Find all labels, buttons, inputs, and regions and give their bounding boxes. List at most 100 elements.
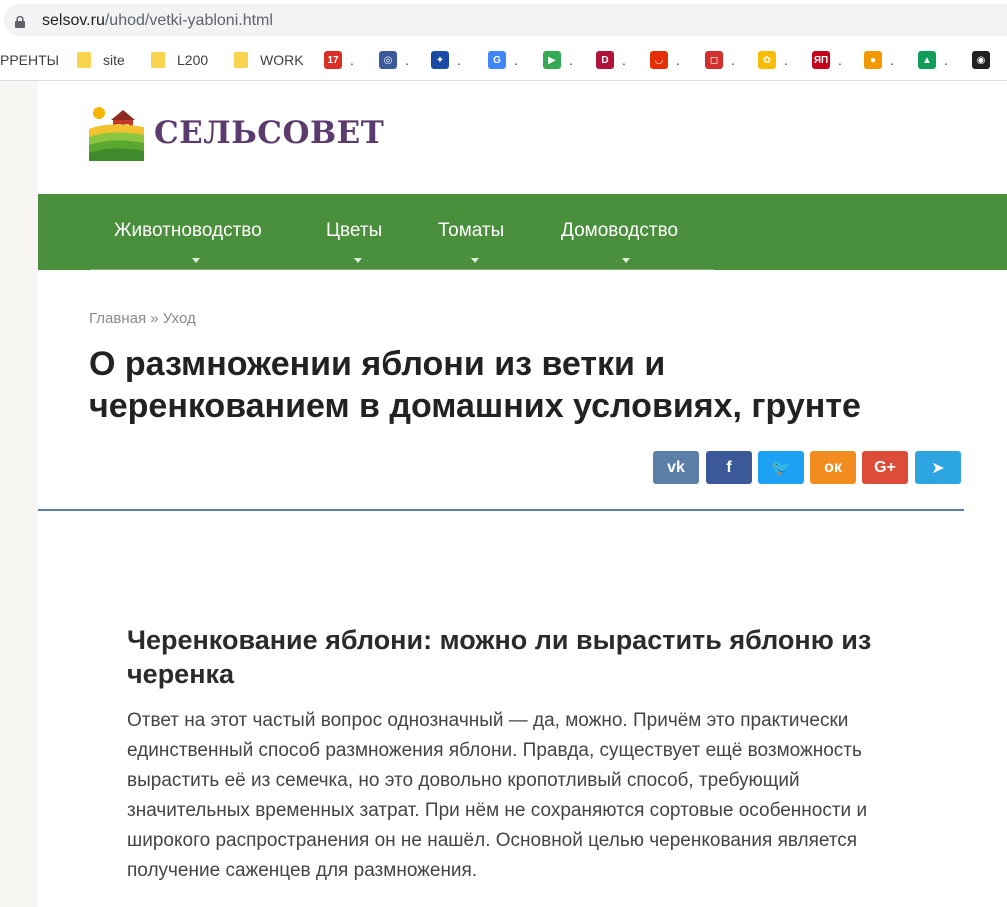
- url-text[interactable]: selsov.ru/uhod/vetki-yabloni.html: [42, 12, 273, 30]
- bookmark-folder-work[interactable]: WORK: [234, 50, 304, 70]
- twitter-icon: 🐦: [771, 459, 791, 477]
- bookmark-label: .: [944, 52, 948, 68]
- paragraph-line: единственный способ размножения яблони. …: [127, 740, 862, 761]
- breadcrumb-category-link[interactable]: Уход: [163, 310, 196, 327]
- url-domain: selsov.ru: [42, 12, 105, 29]
- bookmark-label: .: [457, 52, 461, 68]
- bookmark-label: .: [838, 52, 842, 68]
- shop-bag-icon: ◡: [650, 51, 668, 69]
- bookmark-label: .: [676, 52, 680, 68]
- url-box[interactable]: selsov.ru/uhod/vetki-yabloni.html: [4, 4, 1007, 36]
- breadcrumb-home-link[interactable]: Главная: [89, 310, 146, 327]
- vk-share-button[interactable]: vk: [653, 451, 699, 484]
- translate-icon: G: [488, 51, 506, 69]
- chevron-down-icon[interactable]: [354, 258, 362, 263]
- bookmark-label: L200: [177, 52, 209, 68]
- eagle-icon: ✦: [431, 51, 449, 69]
- title-line: О размножении яблони из ветки и: [89, 345, 666, 383]
- url-path: /uhod/vetki-yabloni.html: [104, 12, 273, 29]
- telegram-share-button[interactable]: ➤: [915, 451, 961, 484]
- bookmark-favicon[interactable]: ▶.: [543, 50, 573, 70]
- bookmark-folder-l200[interactable]: L200: [151, 50, 208, 70]
- site-brand[interactable]: СЕЛЬСОВЕТ: [154, 115, 384, 151]
- title-divider: [38, 509, 964, 511]
- bookmark-favicon[interactable]: ▲.: [918, 50, 948, 70]
- bookmark-folder-site[interactable]: site: [77, 50, 125, 70]
- google-plus-icon: G+: [874, 458, 896, 476]
- facebook-icon: f: [726, 458, 732, 476]
- bookmark-favicon[interactable]: ●.: [864, 50, 894, 70]
- telegram-icon: ➤: [931, 459, 945, 477]
- calendar-icon: 17: [324, 51, 342, 69]
- paragraph-line: широкого распространения он не нашёл. Ос…: [127, 830, 858, 851]
- address-bar: selsov.ru/uhod/vetki-yabloni.html: [0, 0, 1007, 40]
- bookmark-favicon[interactable]: ✿.: [758, 50, 788, 70]
- yp-logo-icon: ЯП: [812, 51, 830, 69]
- paragraph-line: значительных временных затрат. При нём н…: [127, 800, 868, 821]
- bookmark-label: .: [622, 52, 626, 68]
- page-title: О размножении яблони из ветки и черенков…: [89, 343, 959, 427]
- breadcrumb: Главная » Уход: [89, 310, 196, 327]
- nav-item-housekeeping[interactable]: Домоводство: [561, 220, 678, 242]
- bookmark-label: WORK: [260, 52, 304, 68]
- vk-icon: vk: [667, 458, 685, 476]
- bookmark-favicon[interactable]: 17.: [324, 50, 354, 70]
- bookmark-label: .: [569, 52, 573, 68]
- bookmark-favicon[interactable]: ✦.: [431, 50, 461, 70]
- paragraph-line: вырастить её из семечка, но это довольно…: [127, 770, 800, 791]
- chevron-down-icon[interactable]: [471, 258, 479, 263]
- facebook-share-button[interactable]: f: [706, 451, 752, 484]
- gauge-icon: ◉: [972, 51, 990, 69]
- odnoklassniki-share-button[interactable]: ок: [810, 451, 856, 484]
- bookmark-favicon[interactable]: ◉: [972, 50, 998, 70]
- bookmark-favicon[interactable]: ЯП.: [812, 50, 842, 70]
- nav-item-tomatoes[interactable]: Томаты: [438, 220, 504, 242]
- bookmark-favicon[interactable]: ◡.: [650, 50, 680, 70]
- nav-item-livestock[interactable]: Животноводство: [114, 220, 262, 242]
- folder-icon: [234, 52, 248, 68]
- pinwheel-icon: ✿: [758, 51, 776, 69]
- title-line: черенкованием в домашних условиях, грунт…: [89, 387, 861, 425]
- paragraph-line: получение саженцев для размножения.: [127, 860, 478, 881]
- bookmark-torrents[interactable]: РРЕНТЫ: [0, 50, 59, 70]
- odnoklassniki-icon: ок: [824, 458, 842, 476]
- folder-icon: [151, 52, 165, 68]
- site-logo-icon[interactable]: [89, 107, 144, 161]
- folder-icon: [77, 52, 91, 68]
- bookmarks-bar: РРЕНТЫ site L200 WORK 17. ◎. ✦. G. ▶. D. ◡. ◻. ✿…: [0, 40, 1007, 81]
- breadcrumb-separator: »: [146, 310, 163, 327]
- chat-bubble-icon: ◻: [705, 51, 723, 69]
- nav-underline: [90, 269, 714, 270]
- article-paragraph: Ответ на этот частый вопрос однозначный …: [127, 706, 947, 886]
- bookmark-label: .: [350, 52, 354, 68]
- bookmark-label: .: [784, 52, 788, 68]
- orange-icon: ●: [864, 51, 882, 69]
- emblem-icon: ◎: [379, 51, 397, 69]
- heading-line: черенка: [127, 659, 235, 689]
- play-store-icon: ▶: [543, 51, 561, 69]
- section-heading: Черенкование яблони: можно ли вырастить …: [127, 623, 947, 691]
- bookmark-label: .: [514, 52, 518, 68]
- bookmark-favicon[interactable]: D.: [596, 50, 626, 70]
- bookmark-label: .: [731, 52, 735, 68]
- bookmark-label: .: [890, 52, 894, 68]
- chevron-down-icon[interactable]: [192, 258, 200, 263]
- chevron-down-icon[interactable]: [622, 258, 630, 263]
- twitter-share-button[interactable]: 🐦: [758, 451, 804, 484]
- bookmark-favicon[interactable]: ◎.: [379, 50, 409, 70]
- bookmark-favicon[interactable]: G.: [488, 50, 518, 70]
- d-logo-icon: D: [596, 51, 614, 69]
- bookmark-favicon[interactable]: ◻.: [705, 50, 735, 70]
- google-plus-share-button[interactable]: G+: [862, 451, 908, 484]
- bookmark-label: .: [405, 52, 409, 68]
- nav-item-flowers[interactable]: Цветы: [326, 220, 382, 242]
- lock-icon[interactable]: [15, 16, 25, 28]
- paragraph-line: Ответ на этот частый вопрос однозначный …: [127, 710, 849, 731]
- site-page: СЕЛЬСОВЕТ Животноводство Цветы Томаты До…: [38, 81, 1007, 907]
- drive-icon: ▲: [918, 51, 936, 69]
- main-nav: Животноводство Цветы Томаты Домоводство: [38, 194, 1007, 270]
- heading-line: Черенкование яблони: можно ли вырастить …: [127, 625, 872, 655]
- bookmark-label: РРЕНТЫ: [0, 52, 60, 68]
- bookmark-label: site: [103, 52, 125, 68]
- page-gutter: [0, 81, 38, 907]
